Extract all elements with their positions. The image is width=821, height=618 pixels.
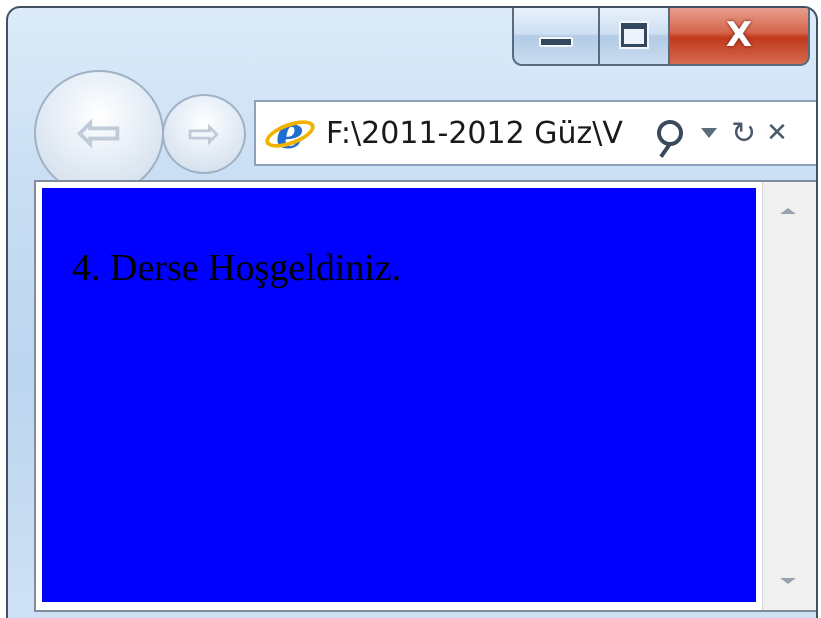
url-text[interactable]: F:\2011-2012 Güz\V [326, 116, 641, 151]
scroll-up-icon[interactable] [780, 208, 796, 214]
search-icon[interactable] [657, 120, 683, 146]
minimize-icon [539, 37, 573, 47]
refresh-icon[interactable]: ↻ [731, 116, 756, 151]
page-text: 4. Derse Hoşgeldiniz. [72, 247, 402, 289]
forward-arrow-icon: ⇨ [187, 111, 221, 157]
forward-button[interactable]: ⇨ [162, 94, 246, 174]
address-bar[interactable]: e F:\2011-2012 Güz\V ↻ ✕ [254, 100, 816, 166]
vertical-scrollbar[interactable] [762, 182, 816, 610]
close-icon: X [725, 15, 753, 55]
browser-window: X ⇦ ⇨ e F:\2011-2012 Güz\V ↻ ✕ 4. Derse … [6, 6, 818, 618]
ie-page-icon: e [261, 108, 319, 159]
scroll-down-icon[interactable] [780, 578, 796, 584]
dropdown-icon[interactable] [701, 128, 717, 138]
back-arrow-icon: ⇦ [75, 100, 123, 165]
maximize-icon [619, 21, 649, 49]
back-button[interactable]: ⇦ [34, 70, 164, 196]
stop-icon[interactable]: ✕ [766, 118, 788, 148]
minimize-button[interactable] [512, 8, 600, 66]
page-viewport: 4. Derse Hoşgeldiniz. [34, 180, 816, 612]
caption-buttons: X [512, 8, 810, 72]
close-button[interactable]: X [670, 8, 810, 66]
maximize-button[interactable] [600, 8, 670, 66]
page-content: 4. Derse Hoşgeldiniz. [42, 188, 756, 602]
